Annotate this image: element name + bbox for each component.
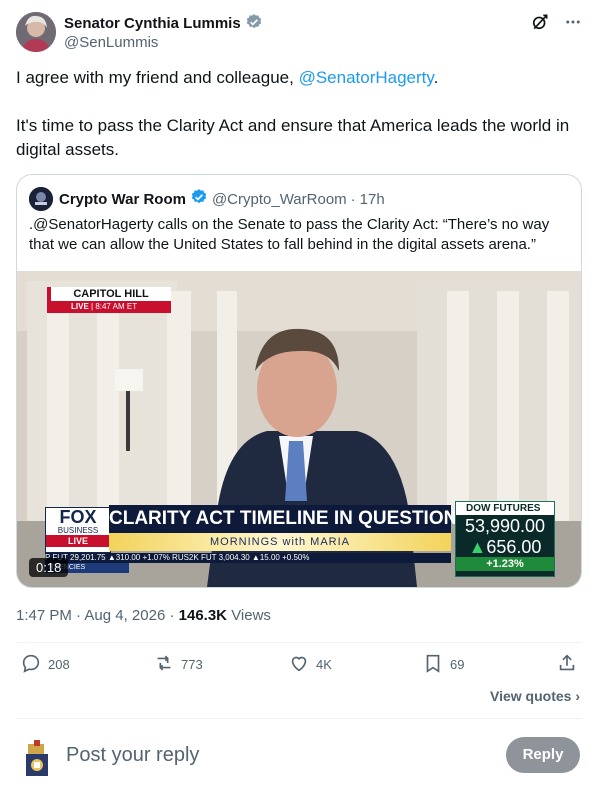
- video-player[interactable]: CAPITOL HILL LIVE | 8:47 AM ET FOX BUSIN…: [17, 271, 581, 587]
- repost-icon: [153, 652, 175, 677]
- reply-input[interactable]: Post your reply: [66, 744, 199, 767]
- heart-icon: [288, 652, 310, 677]
- dow-pct: +1.23%: [456, 557, 554, 571]
- up-arrow-icon: ▲: [468, 537, 487, 557]
- bookmark-icon: [422, 652, 444, 677]
- action-bar: 208 773 4K 69: [16, 652, 582, 682]
- repost-count: 773: [181, 657, 203, 672]
- bookmark-count: 69: [450, 657, 465, 672]
- reply-submit-button[interactable]: Reply: [506, 737, 580, 773]
- network-name: FOX: [59, 507, 97, 527]
- divider-top: [16, 642, 582, 643]
- like-button[interactable]: 4K: [288, 652, 332, 677]
- share-button[interactable]: [556, 652, 578, 677]
- live-label: LIVE: [71, 302, 89, 311]
- verified-blue-icon: [190, 188, 208, 210]
- dow-change: 656.00: [486, 537, 542, 557]
- quoted-text: .@SenatorHagerty calls on the Senate to …: [29, 216, 550, 253]
- quoted-avatar: [29, 187, 53, 211]
- tweet-text-prefix: I agree with my friend and colleague,: [16, 68, 299, 87]
- divider-bottom: [16, 718, 582, 719]
- author-name[interactable]: Senator Cynthia Lummis: [64, 13, 263, 35]
- quoted-time[interactable]: 17h: [360, 191, 385, 208]
- reply-button[interactable]: 208: [20, 652, 70, 677]
- like-count: 4K: [316, 657, 332, 672]
- tweet-meta: 1:47 PM · Aug 4, 2026 · 146.3K Views: [16, 607, 271, 624]
- headline-banner: CLARITY ACT TIMELINE IN QUESTION: [109, 505, 457, 533]
- view-quotes-label[interactable]: View quotes: [490, 688, 571, 704]
- location-label: CAPITOL HILL: [47, 287, 171, 301]
- separator-dot: ·: [350, 190, 356, 208]
- video-duration: 0:18: [29, 558, 69, 577]
- live-time: 8:47 AM ET: [95, 302, 138, 311]
- show-title: MORNINGS with MARIA: [109, 533, 451, 551]
- location-banner: CAPITOL HILL LIVE | 8:47 AM ET: [47, 287, 171, 315]
- quoted-tweet[interactable]: Crypto War Room @Crypto_WarRoom · 17h .@…: [16, 174, 582, 588]
- grok-icon[interactable]: [530, 12, 550, 37]
- author-name-text[interactable]: Senator Cynthia Lummis: [64, 15, 241, 32]
- dow-label: DOW FUTURES: [456, 502, 554, 515]
- views-label: Views: [231, 607, 271, 624]
- chevron-right-icon: ›: [575, 688, 580, 704]
- tweet-text: I agree with my friend and colleague, @S…: [16, 66, 582, 186]
- share-icon: [556, 652, 578, 677]
- mention-link[interactable]: @SenatorHagerty: [299, 68, 434, 87]
- dow-value: 53,990.00: [464, 516, 546, 536]
- more-options-icon[interactable]: [564, 13, 582, 36]
- network-sub: BUSINESS: [57, 526, 99, 535]
- dow-futures-box: DOW FUTURES 53,990.00 ▲656.00 +1.23%: [455, 501, 555, 577]
- tweet-date[interactable]: Aug 4, 2026: [84, 607, 165, 624]
- reply-composer: Post your reply Reply: [16, 736, 582, 780]
- network-live: LIVE: [46, 535, 110, 547]
- quoted-author-name[interactable]: Crypto War Room: [59, 191, 186, 208]
- tweet-time[interactable]: 1:47 PM: [16, 607, 72, 624]
- dow-change-row: ▲656.00: [456, 537, 554, 557]
- author-handle[interactable]: @SenLummis: [64, 34, 158, 51]
- network-logo: FOX BUSINESS LIVE: [45, 507, 111, 553]
- reply-icon: [20, 652, 42, 677]
- verified-gray-icon: [245, 13, 263, 35]
- view-quotes-link[interactable]: View quotes ›: [490, 688, 580, 704]
- views-count: 146.3K: [178, 607, 228, 624]
- quoted-handle[interactable]: @Crypto_WarRoom: [212, 191, 347, 208]
- tweet-text-suffix: .: [433, 68, 439, 87]
- ticker: P FUT 29,201.75 ▲310.00 +1.07% RUS2K FUT…: [45, 553, 451, 563]
- reply-count: 208: [48, 657, 70, 672]
- bookmark-button[interactable]: 69: [422, 652, 464, 677]
- tweet-paragraph-2: It's time to pass the Clarity Act and en…: [16, 116, 570, 159]
- author-avatar[interactable]: [16, 12, 56, 52]
- repost-button[interactable]: 773: [153, 652, 203, 677]
- user-avatar[interactable]: [20, 738, 60, 778]
